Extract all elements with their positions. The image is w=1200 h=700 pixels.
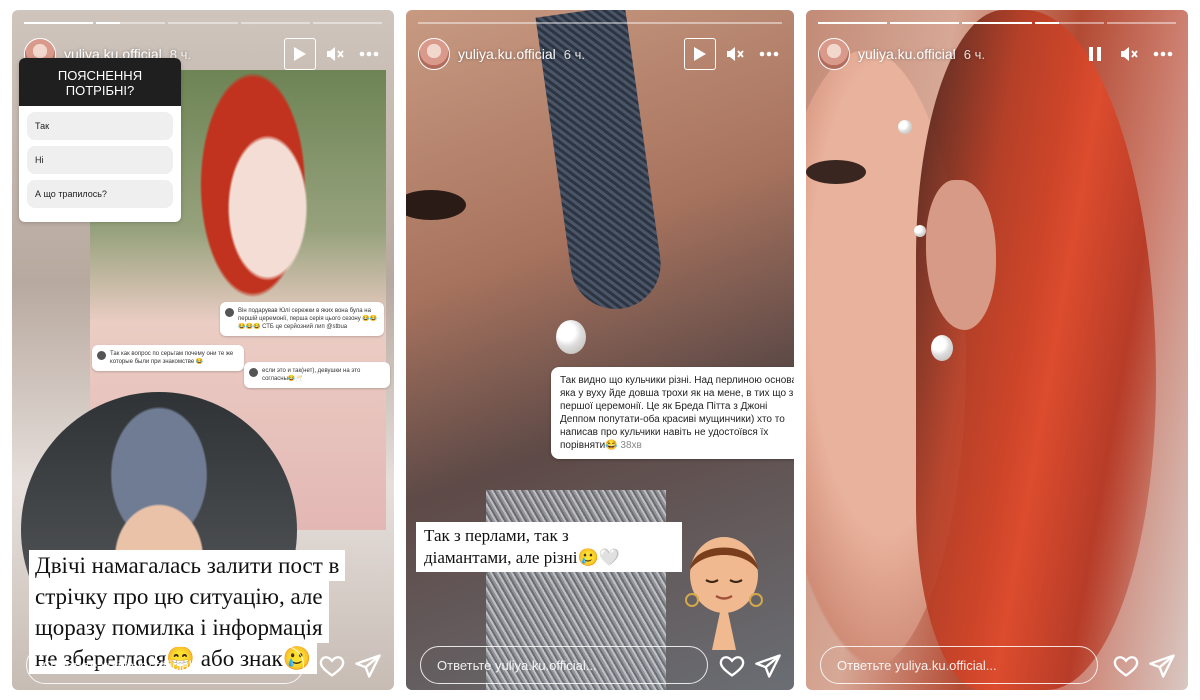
progress-segment xyxy=(418,22,782,24)
more-icon xyxy=(359,51,379,57)
send-icon[interactable] xyxy=(754,652,782,680)
story-header: yuliya.ku.official 6 ч. xyxy=(418,36,784,72)
more-options-button[interactable] xyxy=(754,39,784,69)
story-progress-bar xyxy=(818,22,1177,24)
comment-card: Так как вопрос по серьгам почему они те … xyxy=(92,345,244,371)
play-button[interactable] xyxy=(684,38,716,70)
reply-input[interactable]: Ответьте yuliya.ku.official... xyxy=(820,646,1098,684)
heart-icon[interactable] xyxy=(1112,652,1140,680)
comment-card: если это и так(нет), девушки на это согл… xyxy=(244,362,390,388)
story-panel-2[interactable]: yuliya.ku.official 6 ч. Так видно що кул… xyxy=(406,10,794,690)
story-photo-detail xyxy=(806,160,866,184)
mute-icon xyxy=(1121,47,1138,61)
comment-card: Він подарував Юлі сережки в яких вона бу… xyxy=(220,302,384,336)
reply-input[interactable]: Ответьте yuliya.ku.official... xyxy=(420,646,708,684)
caption-line: стрічку про цю ситуацію, але xyxy=(29,581,329,612)
heart-icon[interactable] xyxy=(718,652,746,680)
progress-segment xyxy=(962,22,1032,24)
send-icon[interactable] xyxy=(354,652,382,680)
quiz-option[interactable]: Так xyxy=(27,112,173,140)
pearl-hairpin xyxy=(914,225,926,237)
more-options-button[interactable] xyxy=(354,39,384,69)
story-panel-3[interactable]: yuliya.ku.official 6 ч. Ответьте yuliya.… xyxy=(806,10,1188,690)
quiz-title: ПОЯСНЕННЯ ПОТРІБНІ? xyxy=(19,58,181,106)
quiz-option[interactable]: Ні xyxy=(27,146,173,174)
post-time: 6 ч. xyxy=(563,46,586,62)
pause-button[interactable] xyxy=(1080,39,1110,69)
progress-segment xyxy=(168,22,238,24)
caption-line: діамантами, але різні🥲🤍 xyxy=(424,548,620,567)
more-icon xyxy=(1153,51,1173,57)
progress-segment xyxy=(1106,22,1177,24)
reply-placeholder: Ответьте yuliya.ku.official... xyxy=(837,657,997,673)
caption-line: Двічі намагалась залити пост в xyxy=(29,550,346,581)
progress-segment xyxy=(312,22,383,24)
mute-button[interactable] xyxy=(1114,39,1144,69)
progress-segment xyxy=(1034,22,1104,24)
send-icon[interactable] xyxy=(1148,652,1176,680)
reply-input[interactable]: Ответьте yuliya.ku.official... xyxy=(26,646,304,684)
caption-line: щоразу помилка і інформація xyxy=(29,612,329,643)
pause-icon xyxy=(1089,47,1101,61)
username[interactable]: yuliya.ku.official xyxy=(858,46,956,62)
username[interactable]: yuliya.ku.official xyxy=(458,46,556,62)
progress-segment xyxy=(818,22,888,24)
progress-segment xyxy=(24,22,94,24)
message-time: 38хв xyxy=(620,440,642,451)
story-progress-bar xyxy=(24,22,383,24)
story-header: yuliya.ku.official 6 ч. xyxy=(818,36,1178,72)
message-card: Так видно що кульчики різні. Над перлино… xyxy=(551,367,794,459)
more-options-button[interactable] xyxy=(1148,39,1178,69)
mute-button[interactable] xyxy=(320,39,350,69)
progress-segment xyxy=(96,22,166,24)
progress-segment xyxy=(240,22,310,24)
quiz-sticker[interactable]: ПОЯСНЕННЯ ПОТРІБНІ? Так Ні А що трапилос… xyxy=(19,58,181,222)
mute-icon xyxy=(727,47,744,61)
mute-icon xyxy=(327,47,344,61)
caption-line: Так з перлами, так з діамантами, але різ… xyxy=(416,522,682,572)
progress-segment xyxy=(890,22,960,24)
quiz-option[interactable]: А що трапилось? xyxy=(27,180,173,208)
pearl-hairpin xyxy=(898,120,912,134)
story-panel-1[interactable]: yuliya.ku.official 8 ч. ПОЯСНЕННЯ ПОТРІБ… xyxy=(12,10,394,690)
mute-button[interactable] xyxy=(720,39,750,69)
play-icon xyxy=(294,47,306,61)
play-button[interactable] xyxy=(284,38,316,70)
reply-placeholder: Ответьте yuliya.ku.official... xyxy=(43,657,203,673)
pearl-earring xyxy=(931,335,953,361)
post-time: 6 ч. xyxy=(963,46,986,62)
caption-line: Так з перлами, так з xyxy=(424,526,569,545)
pearl-earring xyxy=(556,320,586,354)
reply-placeholder: Ответьте yuliya.ku.official... xyxy=(437,657,597,673)
heart-icon[interactable] xyxy=(318,652,346,680)
play-icon xyxy=(694,47,706,61)
more-icon xyxy=(759,51,779,57)
story-progress-bar xyxy=(418,22,782,24)
memoji-sticker xyxy=(685,537,763,650)
message-text: Так видно що кульчики різні. Над перлино… xyxy=(560,375,794,451)
story-photo-detail xyxy=(406,190,466,220)
avatar[interactable] xyxy=(818,38,850,70)
avatar[interactable] xyxy=(418,38,450,70)
